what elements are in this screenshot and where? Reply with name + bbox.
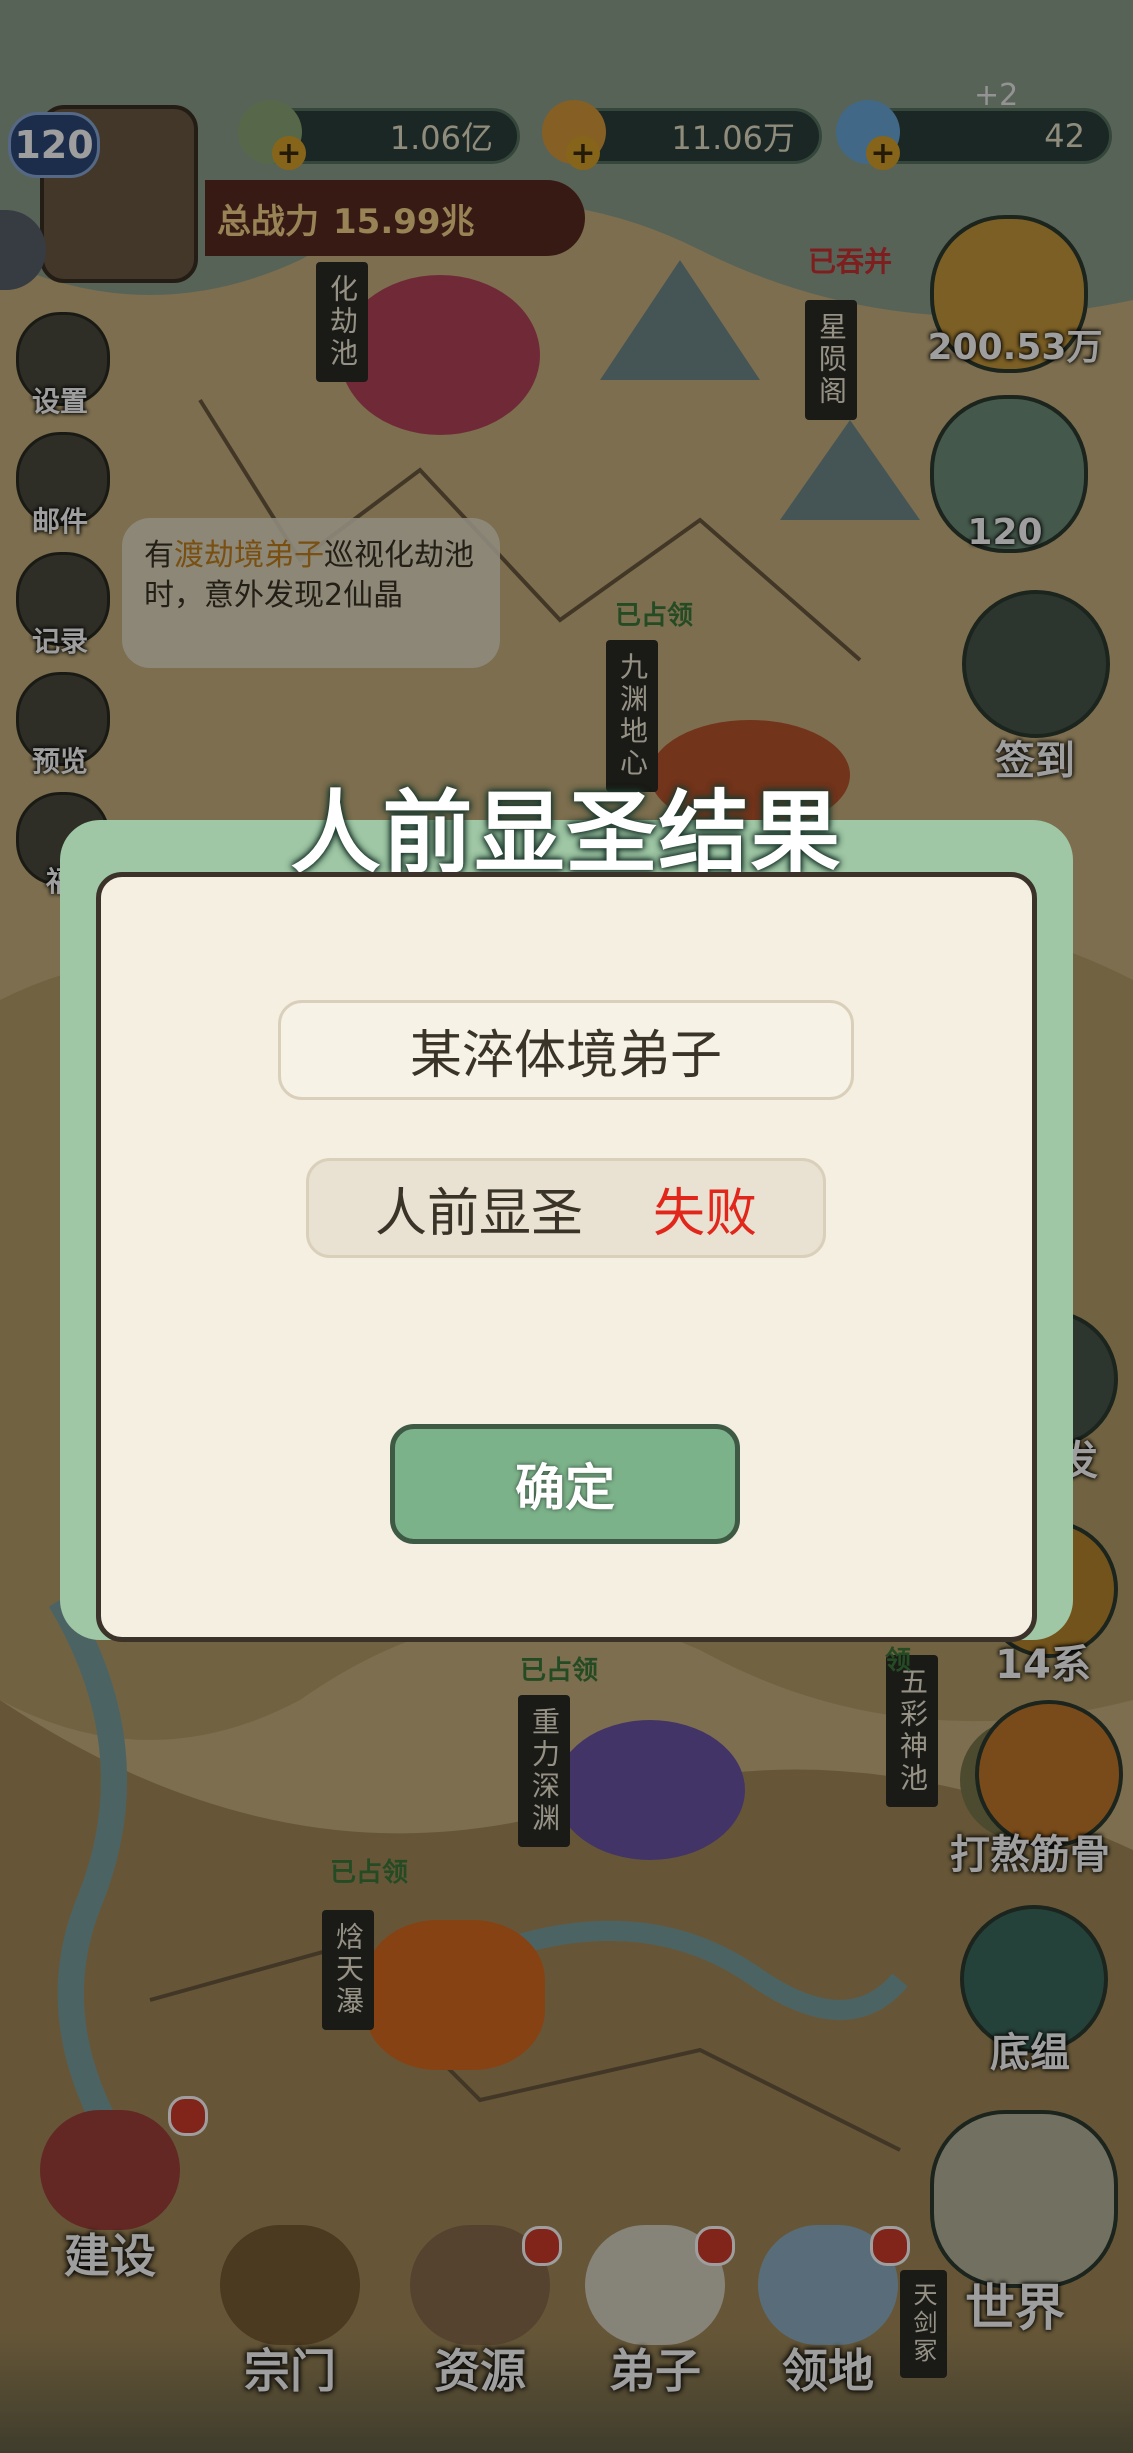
confirm-button[interactable]: 确定: [390, 1424, 740, 1544]
modal-title: 人前显圣结果: [290, 781, 843, 886]
disciple-name-field: 某淬体境弟子: [278, 1000, 854, 1100]
result-row: 人前显圣 失败: [306, 1158, 826, 1258]
result-value: 失败: [653, 1183, 758, 1244]
action-label: 人前显圣: [374, 1183, 583, 1244]
